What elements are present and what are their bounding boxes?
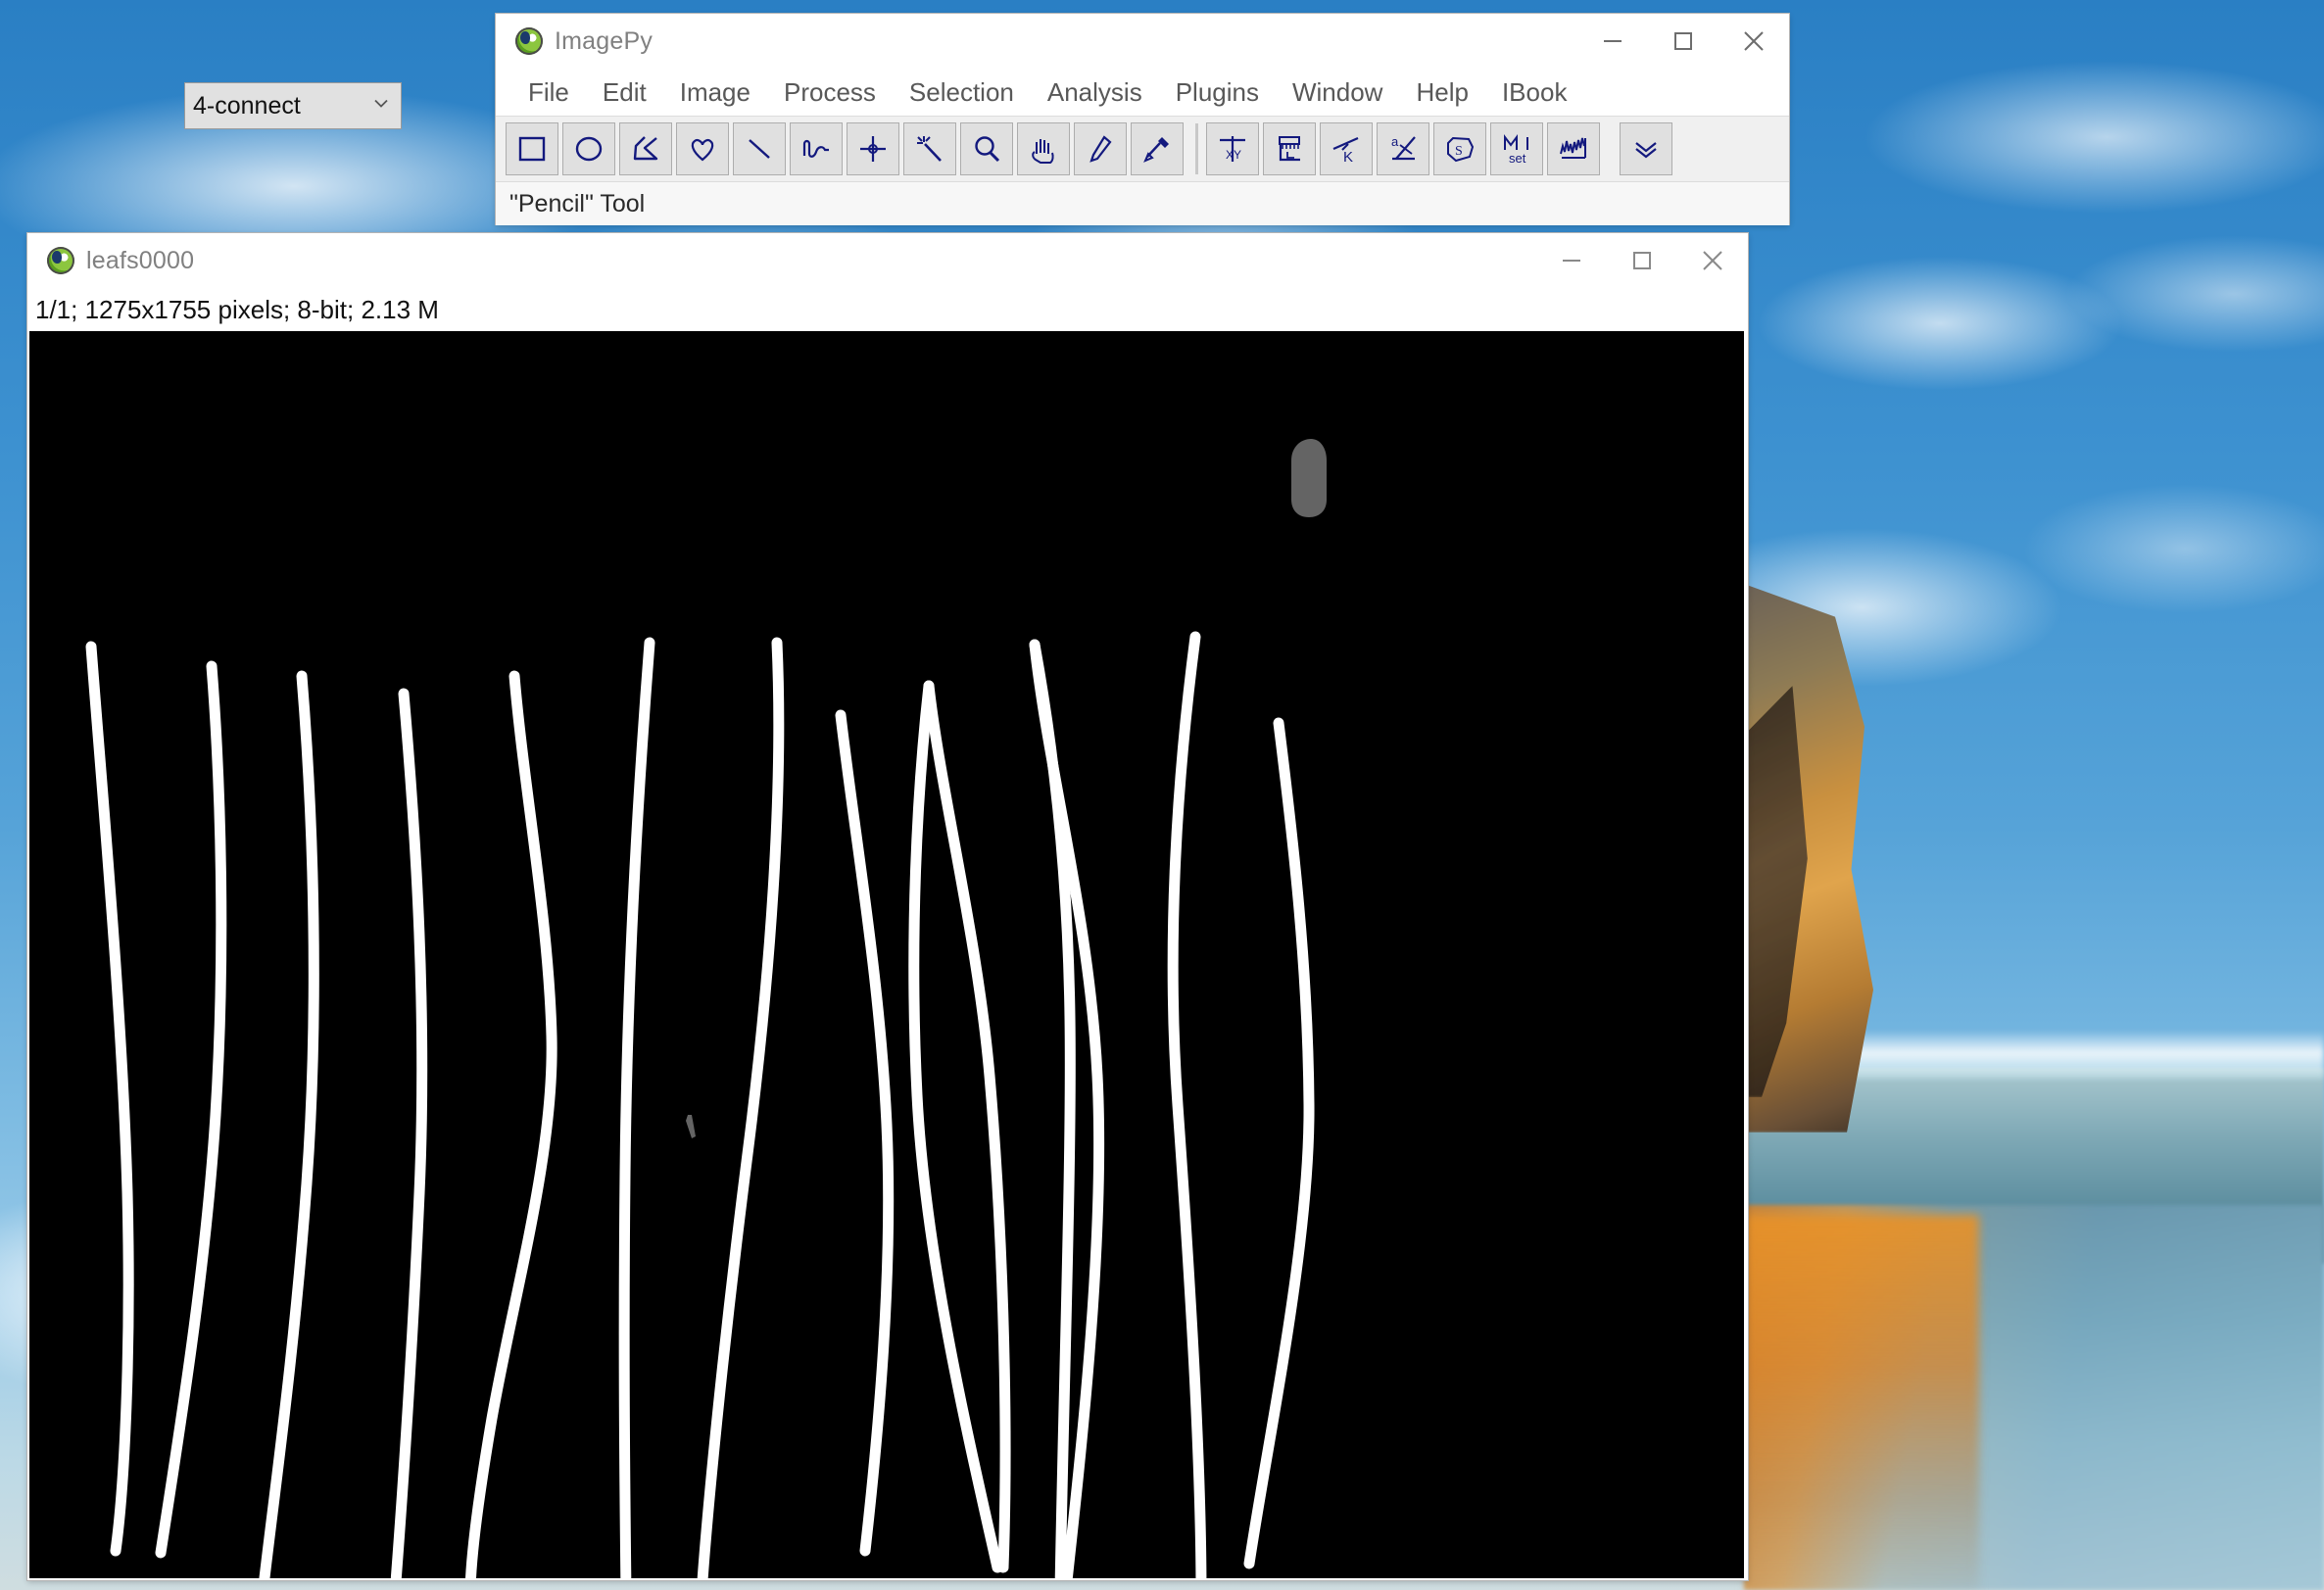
menu-process[interactable]: Process [767, 77, 893, 108]
magic-wand-tool[interactable] [903, 122, 956, 175]
toolbar-separator [1195, 123, 1198, 174]
imagepy-window-title: ImagePy [555, 26, 654, 55]
imagepy-logo-icon [47, 247, 74, 274]
status-bar: "Pencil" Tool [496, 181, 1789, 225]
image-document-window: leafs0000 1/1; 1275x1755 pixels; 8-bit; … [27, 233, 1748, 1580]
color-picker-tool[interactable] [1131, 122, 1184, 175]
svg-text:a: a [1391, 134, 1399, 149]
ellipse-tool[interactable] [562, 122, 615, 175]
close-button[interactable] [1719, 14, 1789, 69]
image-info-text: 1/1; 1275x1755 pixels; 8-bit; 2.13 M [35, 294, 439, 324]
segmented-objects-svg [29, 331, 1744, 1578]
pencil-tool[interactable] [1074, 122, 1127, 175]
polygon-tool[interactable] [619, 122, 672, 175]
image-close-button[interactable] [1677, 233, 1748, 288]
angle-tool[interactable]: a [1377, 122, 1429, 175]
wallpaper-reflection [1744, 1215, 1979, 1590]
svg-text:K: K [1343, 149, 1353, 166]
menu-help[interactable]: Help [1399, 77, 1484, 108]
image-info-bar: 1/1; 1275x1755 pixels; 8-bit; 2.13 M [27, 288, 1748, 331]
maximize-button[interactable] [1648, 14, 1719, 69]
freehand-tool[interactable] [676, 122, 729, 175]
imagepy-logo-icon [515, 27, 543, 55]
menu-image[interactable]: Image [663, 77, 767, 108]
menu-plugins[interactable]: Plugins [1159, 77, 1276, 108]
status-text: "Pencil" Tool [509, 189, 646, 217]
menu-edit[interactable]: Edit [586, 77, 663, 108]
angle-k-tool[interactable]: K [1320, 122, 1373, 175]
menu-bar: File Edit Image Process Selection Analys… [496, 69, 1789, 116]
image-window-title: leafs0000 [86, 246, 195, 274]
conection-select[interactable]: 4-connect [184, 82, 402, 129]
xy-plot-tool[interactable]: XY [1206, 122, 1259, 175]
more-tools-button[interactable] [1620, 122, 1672, 175]
menu-analysis[interactable]: Analysis [1031, 77, 1159, 108]
image-canvas[interactable] [29, 331, 1744, 1578]
menu-window[interactable]: Window [1276, 77, 1399, 108]
menu-selection[interactable]: Selection [893, 77, 1031, 108]
point-tool[interactable] [847, 122, 899, 175]
svg-text:S: S [1455, 144, 1463, 159]
menu-file[interactable]: File [511, 77, 586, 108]
menu-ibook[interactable]: IBook [1485, 77, 1584, 108]
shape-select-tool[interactable]: S [1433, 122, 1486, 175]
zoom-tool[interactable] [960, 122, 1013, 175]
line-tool[interactable] [733, 122, 786, 175]
measure-tool[interactable] [1263, 122, 1316, 175]
imagepy-titlebar: ImagePy [496, 14, 1789, 69]
image-minimize-button[interactable] [1536, 233, 1607, 288]
imagepy-main-window: ImagePy File Edit Image Process Selectio… [496, 14, 1789, 225]
profile-tool[interactable] [1547, 122, 1600, 175]
chevron-down-icon [371, 92, 391, 120]
image-maximize-button[interactable] [1607, 233, 1677, 288]
conection-value: 4-connect [193, 91, 301, 120]
minimize-button[interactable] [1577, 14, 1648, 69]
pan-tool[interactable] [1017, 122, 1070, 175]
rectangle-tool[interactable] [506, 122, 558, 175]
mark-set-tool[interactable]: set [1490, 122, 1543, 175]
image-window-titlebar: leafs0000 [27, 233, 1748, 288]
curve-tool[interactable] [790, 122, 843, 175]
svg-text:XY: XY [1226, 148, 1241, 162]
svg-text:set: set [1509, 151, 1526, 166]
tool-bar: XY K a S set [496, 116, 1789, 181]
